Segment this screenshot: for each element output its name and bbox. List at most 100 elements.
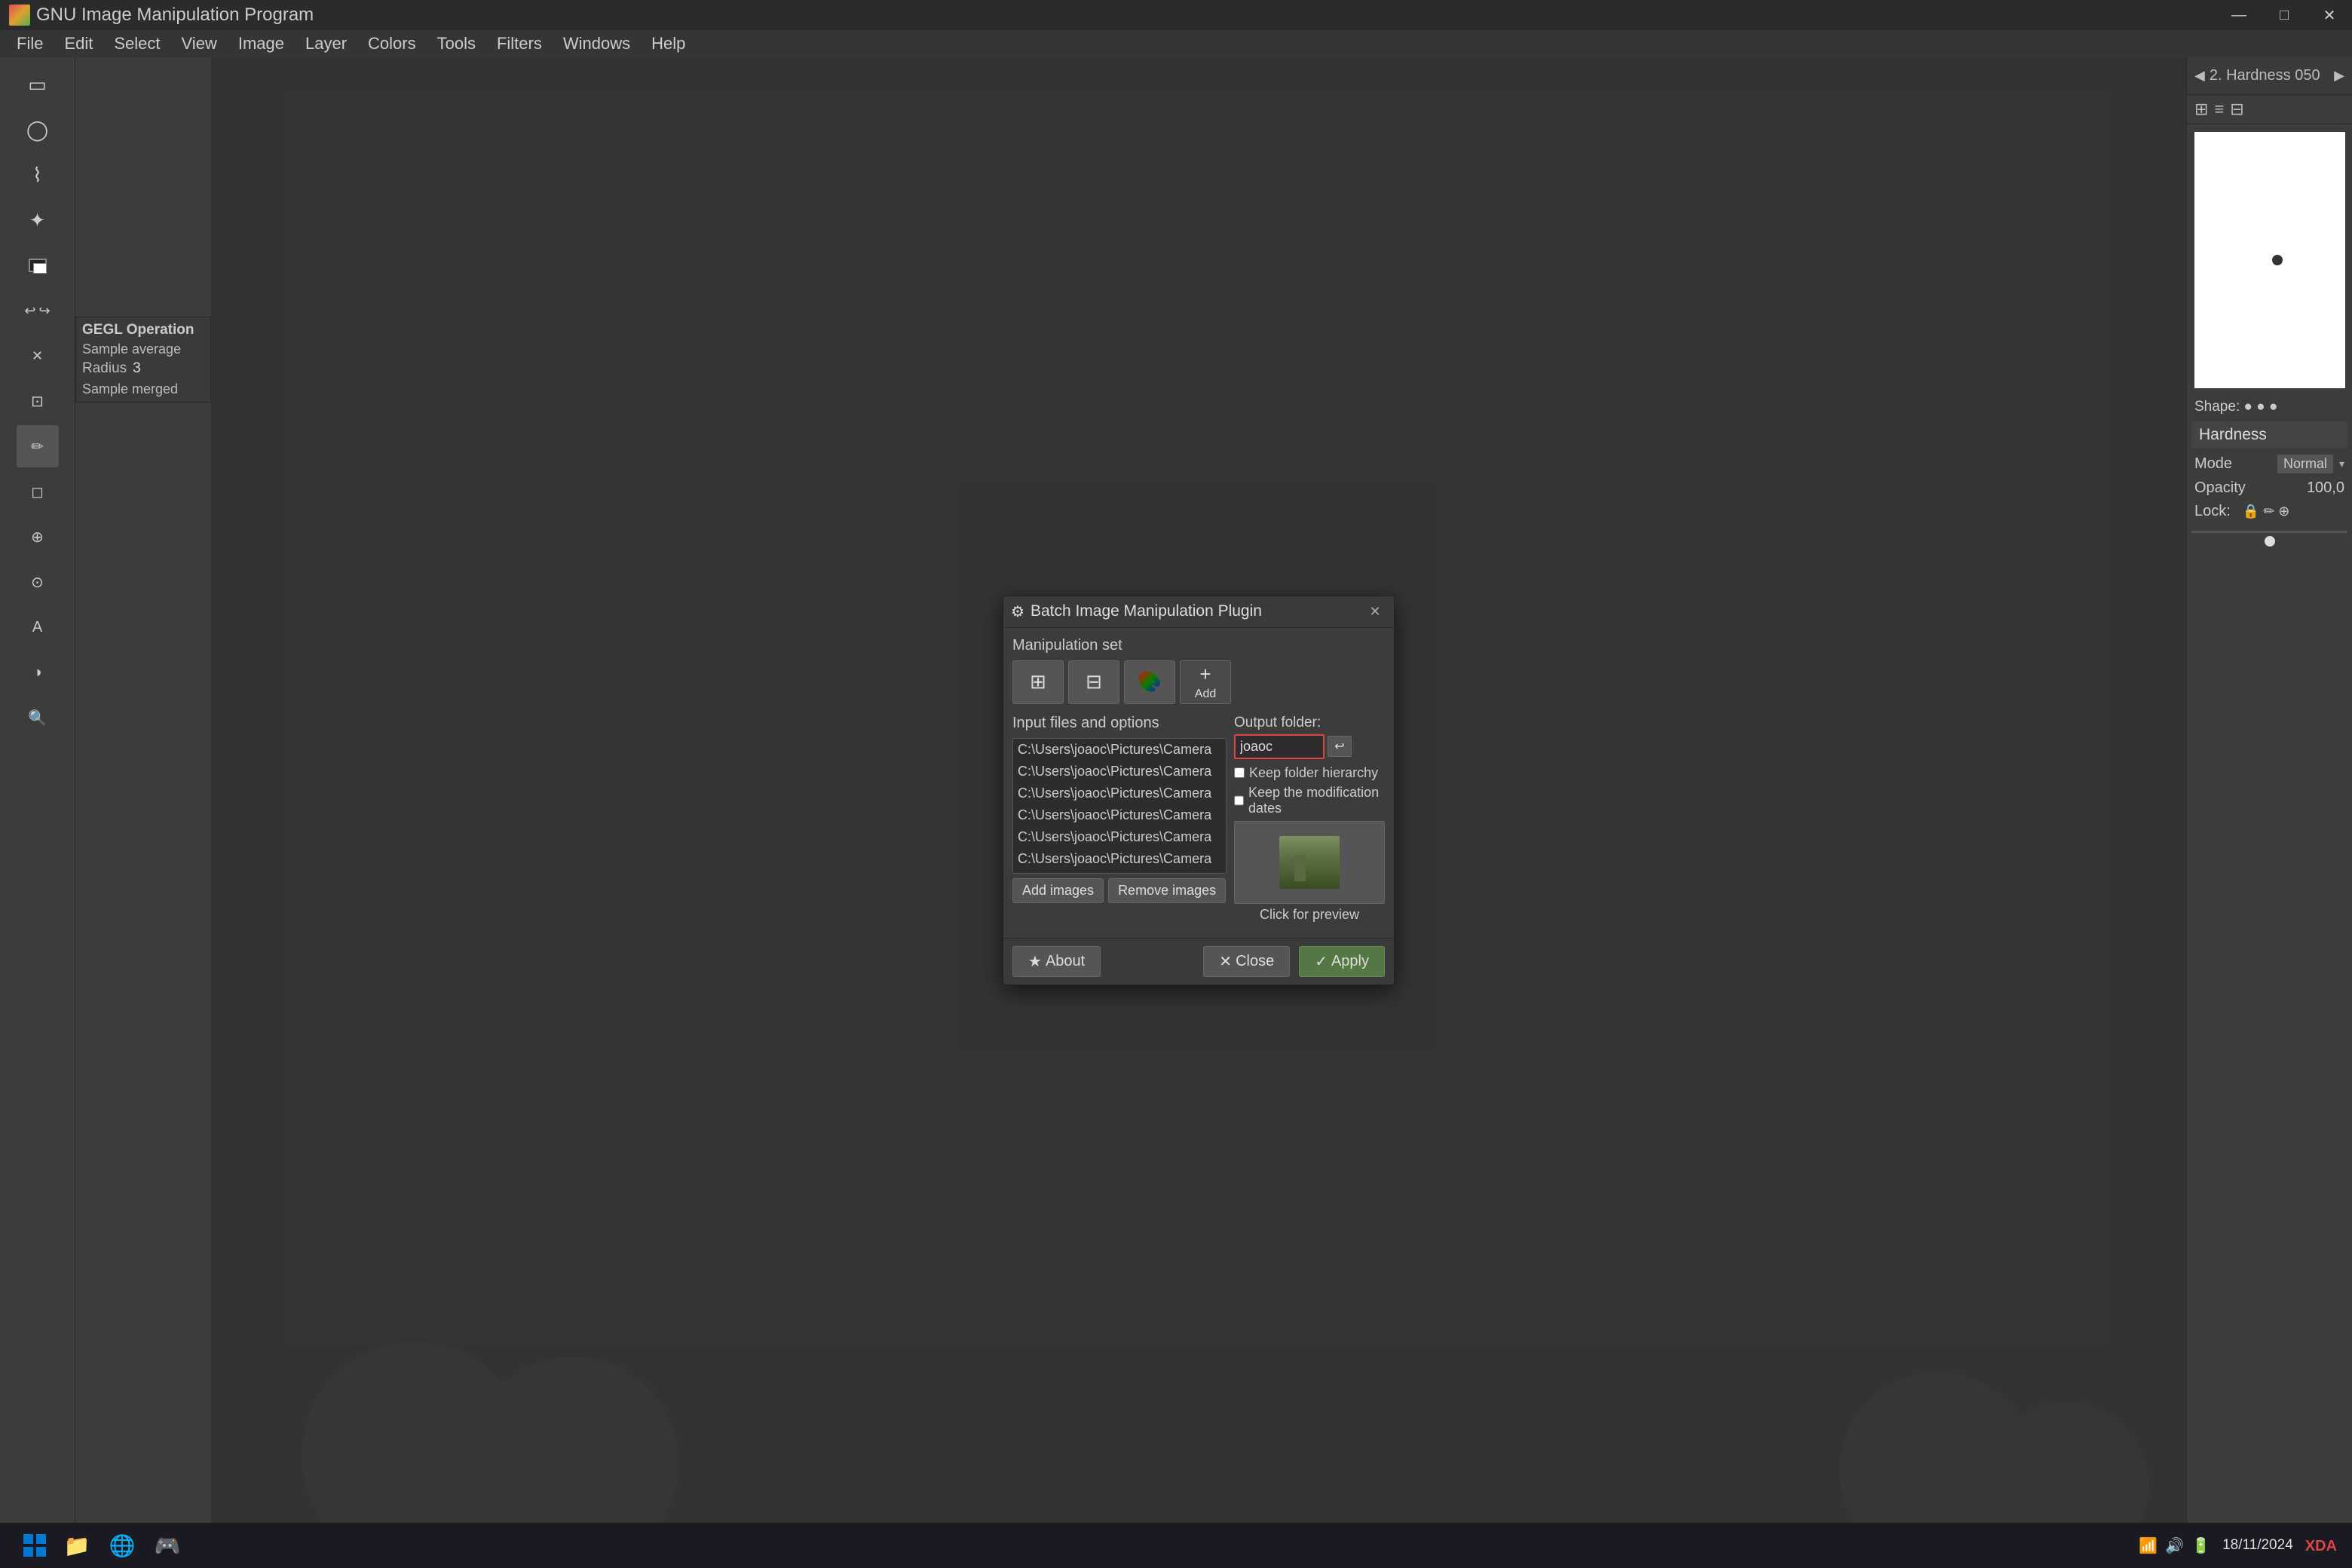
bimp-footer: ★ About ✕ Close ✓ Apply [1003,938,1394,985]
menu-image[interactable]: Image [228,31,295,57]
lock-row: Lock: 🔒 ✏ ⊕ [2187,500,2352,523]
opacity-label: Opacity [2194,479,2246,497]
remove-images-button[interactable]: Remove images [1108,878,1226,903]
tool-rect-select[interactable]: ▭ [17,63,59,106]
input-files-label: Input files and options [1012,715,1227,732]
apply-label: Apply [1331,953,1369,970]
taskbar-browser[interactable]: 🌐 [103,1526,142,1565]
right-col: Output folder: ↩ Keep folder hierarchy K… [1234,715,1385,923]
menu-filters[interactable]: Filters [486,31,553,57]
star-icon: ★ [1028,952,1042,971]
bimp-body: Manipulation set ⊞ ⊟ 🎨 + Add [1003,628,1394,938]
opacity-row: Opacity 100,0 [2187,476,2352,500]
close-x-icon: ✕ [1219,952,1232,971]
preview-box[interactable] [1234,821,1385,904]
network-icon: 📶 [2139,1536,2158,1555]
add-icon: + [1199,663,1211,686]
tool-paint[interactable]: ✏ [17,425,59,467]
rp-icon-3[interactable]: ⊟ [2230,100,2243,119]
volume-icon: 🔊 [2165,1536,2184,1555]
tool-crop[interactable]: ⊡ [17,380,59,422]
menu-select[interactable]: Select [103,31,170,57]
tool-text[interactable]: A [17,606,59,648]
file-list[interactable]: C:\Users\joaoc\Pictures\Camera C:\Users\… [1012,738,1227,874]
start-button[interactable] [15,1526,54,1565]
keep-dates-label: Keep the modification dates [1248,785,1385,816]
taskbar-right: 📶 🔊 🔋 18/11/2024 XDA [2139,1536,2337,1555]
taskbar-explorer[interactable]: 📁 [57,1526,96,1565]
tool-ellipse-select[interactable]: ◯ [17,109,59,151]
hardness-label: ◀ 2. Hardness 050 ▶ [2187,57,2352,95]
titlebar: GNU Image Manipulation Program — □ ✕ [0,0,2352,30]
tool-zoom[interactable]: 🔍 [17,697,59,739]
maximize-button[interactable]: □ [2262,0,2307,30]
menu-windows[interactable]: Windows [553,31,641,57]
clock: 18/11/2024 [2222,1537,2293,1554]
right-panel: ◀ 2. Hardness 050 ▶ ⊞ ≡ ⊟ Shape: ● ● ● H… [2186,57,2352,1523]
menu-edit[interactable]: Edit [54,31,103,57]
sample-merged: Sample merged [82,381,204,397]
menu-file[interactable]: File [6,31,54,57]
tool-eraser[interactable]: ◻ [17,470,59,513]
hardness-value: 2. Hardness 050 [2210,67,2320,84]
left-col: Input files and options C:\Users\joaoc\P… [1012,715,1227,923]
lock-icons: 🔒 ✏ ⊕ [2243,504,2290,519]
keep-hierarchy-label: Keep folder hierarchy [1249,765,1378,781]
menu-layer[interactable]: Layer [295,31,357,57]
folder-field[interactable] [1234,734,1325,759]
add-images-button[interactable]: Add images [1012,878,1104,903]
bimp-dialog: ⚙ Batch Image Manipulation Plugin ✕ Mani… [1003,596,1395,985]
time-display: 18/11/2024 [2222,1537,2293,1554]
app-icon [9,5,30,26]
tool-dodge[interactable]: ◑ [17,651,59,694]
manip-add[interactable]: + Add [1180,660,1231,704]
menu-tools[interactable]: Tools [427,31,486,57]
color-balance-icon: ⊟ [1086,670,1102,694]
tool-fuzzy-select[interactable]: ✦ [17,199,59,241]
tool-clone[interactable]: ⊙ [17,561,59,603]
tool-3[interactable]: ✕ [17,335,59,377]
folder-browse-button[interactable]: ↩ [1328,736,1352,757]
app-title: GNU Image Manipulation Program [36,5,314,26]
curves-icon: 🎨 [1138,670,1162,694]
manip-scale[interactable]: ⊞ [1012,660,1064,704]
keep-dates-checkbox[interactable] [1234,795,1244,806]
menu-view[interactable]: View [171,31,228,57]
checkmark-icon: ✓ [1315,952,1328,971]
close-button-footer[interactable]: ✕ Close [1203,946,1290,977]
window-controls: — □ ✕ [2216,0,2352,30]
manip-color-balance[interactable]: ⊟ [1068,660,1119,704]
shape-label: Shape: ● ● ● [2194,399,2277,415]
keep-hierarchy-row: Keep folder hierarchy [1234,765,1385,781]
sample-average: Sample average [82,341,204,357]
about-label: About [1046,953,1085,970]
tool-color-fg-bg[interactable] [17,244,59,286]
preview-label: Click for preview [1234,907,1385,923]
preview-image [1279,836,1340,889]
mode-dropdown[interactable]: Normal [2277,455,2333,473]
tool-lasso[interactable]: ⌇ [17,154,59,196]
about-button[interactable]: ★ About [1012,946,1101,977]
footer-right: ✕ Close ✓ Apply [1203,946,1385,977]
menu-help[interactable]: Help [641,31,696,57]
taskbar-app1[interactable]: 🎮 [148,1526,187,1565]
rp-icon-2[interactable]: ≡ [2214,100,2224,119]
brush-preview-dot [2272,255,2283,265]
close-label: Close [1236,953,1274,970]
layer-indicator [2265,536,2275,547]
scale-icon: ⊞ [1030,670,1046,694]
menu-colors[interactable]: Colors [357,31,427,57]
output-folder-label: Output folder: [1234,715,1385,731]
dialog-close-button[interactable]: ✕ [1364,600,1386,623]
minimize-button[interactable]: — [2216,0,2262,30]
files-and-output: Input files and options C:\Users\joaoc\P… [1012,715,1385,923]
rp-icon-1[interactable]: ⊞ [2194,100,2208,119]
tool-fill[interactable]: ⊕ [17,516,59,558]
manipulation-set-label: Manipulation set [1012,637,1385,654]
keep-hierarchy-checkbox[interactable] [1234,767,1245,778]
tool-undo-redo: ↩ ↪ [17,289,59,332]
manip-curves[interactable]: 🎨 [1124,660,1175,704]
close-button[interactable]: ✕ [2307,0,2352,30]
lock-label: Lock: [2194,503,2231,520]
apply-button[interactable]: ✓ Apply [1299,946,1385,977]
